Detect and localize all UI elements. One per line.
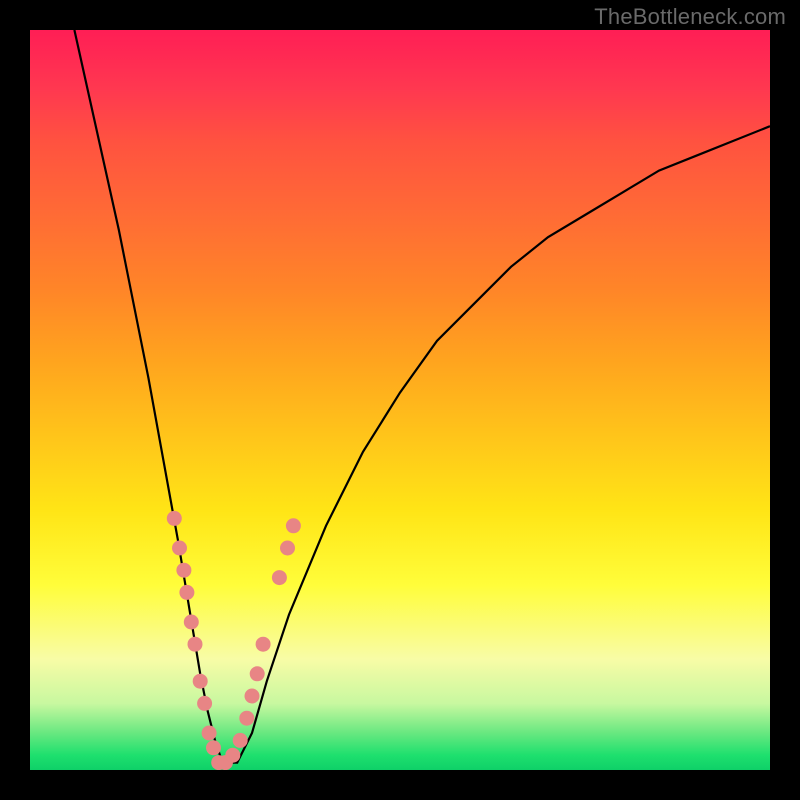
data-marker bbox=[206, 740, 221, 755]
data-marker bbox=[197, 696, 212, 711]
plot-area bbox=[30, 30, 770, 770]
data-marker bbox=[179, 585, 194, 600]
data-marker bbox=[233, 733, 248, 748]
chart-frame: TheBottleneck.com bbox=[0, 0, 800, 800]
data-marker bbox=[280, 541, 295, 556]
data-marker bbox=[239, 711, 254, 726]
data-marker bbox=[250, 666, 265, 681]
data-marker bbox=[172, 541, 187, 556]
bottleneck-curve-path bbox=[74, 30, 770, 763]
data-marker bbox=[245, 689, 260, 704]
data-marker bbox=[202, 726, 217, 741]
data-marker bbox=[272, 570, 287, 585]
data-marker bbox=[176, 563, 191, 578]
data-marker bbox=[256, 637, 271, 652]
watermark-text: TheBottleneck.com bbox=[594, 4, 786, 30]
data-marker bbox=[225, 748, 240, 763]
bottleneck-curve bbox=[74, 30, 770, 763]
data-marker bbox=[193, 674, 208, 689]
data-marker bbox=[167, 511, 182, 526]
data-marker bbox=[286, 518, 301, 533]
chart-svg bbox=[30, 30, 770, 770]
data-marker bbox=[184, 615, 199, 630]
data-marker bbox=[188, 637, 203, 652]
